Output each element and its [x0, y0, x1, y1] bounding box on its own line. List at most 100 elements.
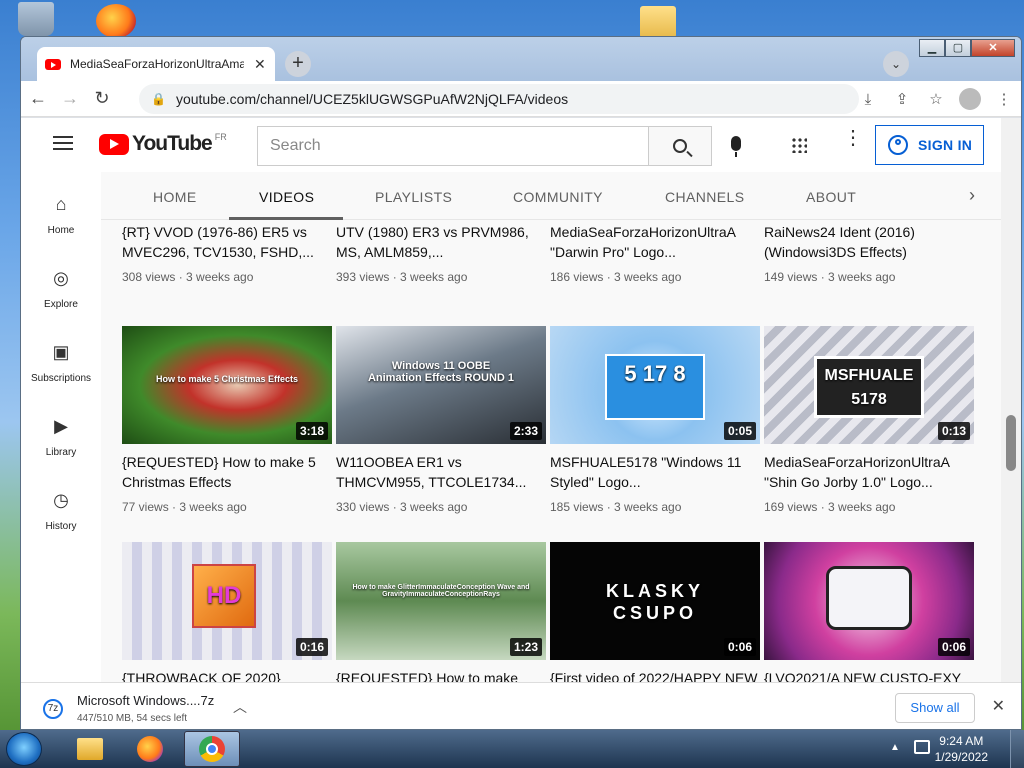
video-thumbnail[interactable]: 0:06 — [764, 542, 974, 660]
video-card[interactable]: How to make GlitterImmaculateConception … — [336, 542, 546, 682]
tab-home[interactable]: HOME — [153, 189, 197, 205]
video-title[interactable]: {LVO2021/A NEW CUSTO-EXY IDEA EFFECT} — [764, 668, 974, 682]
guide-label: History — [45, 521, 77, 532]
scrollbar-thumb[interactable] — [1006, 415, 1016, 471]
video-title[interactable]: {First video of 2022/HAPPY NEW YEAR 2022… — [550, 668, 760, 682]
tab-playlists[interactable]: PLAYLISTS — [375, 189, 452, 205]
reload-icon[interactable]: ↻ — [87, 88, 117, 109]
video-card[interactable]: HD 0:16 {THROWBACK OF 2020} MediaPadGrap… — [122, 542, 332, 682]
sign-in-button[interactable]: SIGN IN — [875, 125, 984, 165]
start-button[interactable] — [6, 732, 42, 766]
clock-date: 1/29/2022 — [934, 750, 988, 764]
share-icon[interactable]: ⇪ — [885, 90, 919, 108]
new-tab-button[interactable]: + — [285, 51, 311, 77]
video-title[interactable]: {REQUESTED} How to make GlitterImmaculat… — [336, 668, 546, 682]
guide-item-history[interactable]: ◷ History — [21, 490, 101, 534]
video-thumbnail[interactable]: How to make 5 Christmas Effects 3:18 — [122, 326, 332, 444]
tab-videos[interactable]: VIDEOS — [259, 189, 314, 205]
search-input[interactable]: Search — [257, 126, 649, 166]
video-title[interactable]: {REQUESTED} How to make 5 Christmas Effe… — [122, 452, 332, 492]
recycle-bin-icon[interactable] — [18, 2, 54, 36]
guide-label: Home — [47, 225, 75, 236]
video-card[interactable]: KLASKY CSUPO 0:06 {First video of 2022/H… — [550, 542, 760, 682]
guide-item-home[interactable]: ⌂ Home — [21, 194, 101, 238]
minimize-icon[interactable]: ▁ — [919, 39, 945, 57]
tray-expand-icon[interactable]: ▲ — [890, 742, 900, 753]
back-arrow-icon[interactable]: ← — [23, 88, 53, 109]
video-card[interactable]: Windows 11 OOBE Animation Effects ROUND … — [336, 326, 546, 514]
tab-title: MediaSeaForzaHorizonUltraAma — [70, 57, 244, 71]
guide-item-subscriptions[interactable]: ▣ Subscriptions — [21, 342, 101, 386]
close-window-icon[interactable]: ✕ — [971, 39, 1015, 57]
video-meta: 186 views · 3 weeks ago — [550, 270, 682, 284]
video-card[interactable]: UTV (1980) ER3 vs PRVM986, MS, AMLM859,.… — [336, 220, 546, 284]
browser-tab[interactable]: MediaSeaForzaHorizonUltraAma ✕ — [37, 47, 275, 81]
video-thumbnail[interactable]: 5 17 8 0:05 — [550, 326, 760, 444]
forward-arrow-icon[interactable]: → — [55, 88, 85, 109]
taskbar-explorer[interactable] — [62, 731, 118, 767]
maximize-icon[interactable]: ▢ — [945, 39, 971, 57]
network-icon[interactable] — [914, 740, 930, 754]
duration-badge: 0:16 — [295, 638, 328, 656]
video-card[interactable]: 5 17 8 0:05 MSFHUALE5178 "Windows 11 Sty… — [550, 326, 760, 514]
address-bar[interactable]: 🔒 youtube.com/channel/UCEZ5klUGWSGPuAfW2… — [139, 84, 859, 114]
bookmark-star-icon[interactable]: ☆ — [919, 90, 953, 108]
download-shelf: 7z Microsoft Windows....7z 447/510 MB, 5… — [21, 682, 1021, 729]
install-app-icon[interactable]: ⤓ — [851, 91, 885, 108]
chevron-right-icon[interactable]: › — [969, 185, 975, 206]
video-card[interactable]: RaiNews24 Ident (2016) (Windowsi3DS Effe… — [764, 220, 974, 284]
video-title[interactable]: MediaSeaForzaHorizonUltraA "Shin Go Jorb… — [764, 452, 974, 492]
show-all-button[interactable]: Show all — [895, 693, 975, 723]
video-title[interactable]: UTV (1980) ER3 vs PRVM986, MS, AMLM859,.… — [336, 222, 546, 262]
video-card[interactable]: {RT} VVOD (1976-86) ER5 vs MVEC296, TCV1… — [122, 220, 332, 284]
video-thumbnail[interactable]: How to make GlitterImmaculateConception … — [336, 542, 546, 660]
youtube-logo[interactable]: YouTube FR — [99, 132, 227, 156]
guide-item-library[interactable]: ▶ Library — [21, 416, 101, 460]
firefox-icon — [137, 736, 163, 762]
profile-avatar-icon[interactable] — [959, 88, 981, 110]
thumbnail-text: HD — [192, 564, 256, 628]
video-card[interactable]: How to make 5 Christmas Effects 3:18 {RE… — [122, 326, 332, 514]
taskbar-chrome[interactable] — [184, 731, 240, 767]
tab-close-icon[interactable]: ✕ — [254, 56, 266, 73]
lock-icon[interactable]: 🔒 — [151, 92, 166, 106]
chevron-up-icon[interactable]: ︿ — [233, 697, 247, 717]
duration-badge: 0:06 — [723, 638, 756, 656]
video-thumbnail[interactable]: KLASKY CSUPO 0:06 — [550, 542, 760, 660]
video-card[interactable]: MSFHUALE 5178 0:13 MediaSeaForzaHorizonU… — [764, 326, 974, 514]
video-title[interactable]: MediaSeaForzaHorizonUltraA "Darwin Pro" … — [550, 222, 760, 262]
chrome-menu-icon[interactable]: ⋮ — [987, 90, 1021, 108]
firefox-desktop-icon[interactable] — [96, 4, 136, 38]
video-thumbnail[interactable]: Windows 11 OOBE Animation Effects ROUND … — [336, 326, 546, 444]
chrome-window: ▁ ▢ ✕ MediaSeaForzaHorizonUltraAma ✕ + ⌄… — [20, 36, 1022, 730]
compass-icon: ◎ — [53, 268, 69, 288]
folder-desktop-icon[interactable] — [640, 6, 676, 38]
page-scrollbar[interactable] — [1001, 118, 1021, 682]
apps-grid-icon[interactable] — [791, 137, 807, 153]
search-button[interactable] — [648, 126, 712, 166]
thumbnail-text: 5 17 8 — [605, 354, 705, 420]
tab-about[interactable]: ABOUT — [806, 189, 856, 205]
system-clock[interactable]: 9:24 AM 1/29/2022 — [935, 733, 988, 765]
tab-community[interactable]: COMMUNITY — [513, 189, 603, 205]
video-title[interactable]: {THROWBACK OF 2020} MediaPadGraphicsLogo… — [122, 668, 332, 682]
settings-kebab-icon[interactable]: ⋮ — [843, 128, 863, 148]
download-filename[interactable]: Microsoft Windows....7z — [77, 693, 214, 708]
microphone-icon[interactable] — [731, 136, 741, 157]
video-thumbnail[interactable]: HD 0:16 — [122, 542, 332, 660]
show-desktop-button[interactable] — [1010, 730, 1024, 768]
video-card[interactable]: MediaSeaForzaHorizonUltraA "Darwin Pro" … — [550, 220, 760, 284]
close-download-shelf-icon[interactable]: ✕ — [992, 696, 1005, 716]
video-title[interactable]: MSFHUALE5178 "Windows 11 Styled" Logo... — [550, 452, 760, 492]
guide-item-explore[interactable]: ◎ Explore — [21, 268, 101, 312]
hamburger-menu-icon[interactable] — [53, 136, 73, 150]
taskbar-firefox[interactable] — [122, 731, 178, 767]
video-title[interactable]: {RT} VVOD (1976-86) ER5 vs MVEC296, TCV1… — [122, 222, 332, 262]
video-title[interactable]: W11OOBEA ER1 vs THMCVM955, TTCOLE1734... — [336, 452, 546, 492]
video-thumbnail[interactable]: MSFHUALE 5178 0:13 — [764, 326, 974, 444]
video-card[interactable]: 0:06 {LVO2021/A NEW CUSTO-EXY IDEA EFFEC… — [764, 542, 974, 682]
video-title[interactable]: RaiNews24 Ident (2016) (Windowsi3DS Effe… — [764, 222, 974, 262]
tab-search-icon[interactable]: ⌄ — [883, 51, 909, 77]
download-progress-icon[interactable]: 7z — [43, 699, 63, 719]
tab-channels[interactable]: CHANNELS — [665, 189, 744, 205]
